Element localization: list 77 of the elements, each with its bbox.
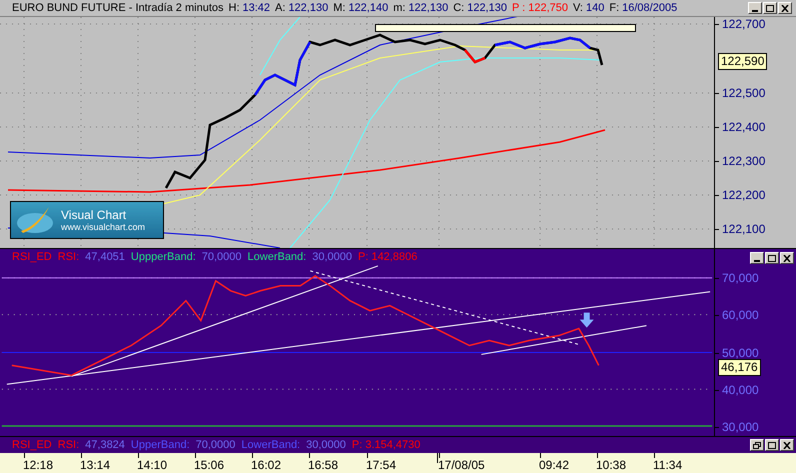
axis-label: 122,500 <box>722 86 766 100</box>
time-label: 16:58 <box>308 458 338 472</box>
down-arrow-icon <box>580 312 594 328</box>
maximize-button[interactable] <box>765 252 779 264</box>
close-button[interactable] <box>780 439 794 451</box>
current-value-tag: 122,590 <box>718 53 768 70</box>
indicator-label: LowerBand: <box>241 439 300 451</box>
quote-value: 122,140 <box>348 2 388 14</box>
time-label: 09:42 <box>539 458 570 472</box>
quote-label: V: <box>573 2 583 14</box>
quote-label: F: <box>609 2 620 14</box>
axis-label: 40,000 <box>722 383 759 397</box>
restore-button[interactable] <box>750 439 764 451</box>
axis-label: 122,300 <box>722 154 766 168</box>
axis-label: 30,000 <box>722 420 759 434</box>
axis-label: 70,000 <box>722 271 759 285</box>
quote-value: 122,750 <box>528 2 568 14</box>
time-label: 10:38 <box>596 458 626 472</box>
time-label: 16:02 <box>251 458 282 472</box>
quote-label: H: <box>228 2 240 14</box>
quote-label: P : <box>512 2 526 14</box>
maximize-icon <box>766 4 774 12</box>
logo-icon <box>15 205 55 235</box>
quote-value: 140 <box>586 2 604 14</box>
indicator-label: P: 3.154,4730 <box>352 439 420 451</box>
quote-value: 122,130 <box>408 2 448 14</box>
indicator-label: 47,4051 <box>85 251 125 263</box>
quote-label: m: <box>393 2 406 14</box>
close-button[interactable] <box>778 2 792 14</box>
indicator-label: 70,0000 <box>196 439 236 451</box>
axis-label: 122,200 <box>722 188 766 202</box>
axis-label: 122,100 <box>722 222 766 236</box>
logo-name: Visual Chart <box>61 208 128 222</box>
indicator-label: RSI: <box>58 251 80 263</box>
time-label: 13:14 <box>80 458 110 472</box>
indicator-label: 30,0000 <box>312 251 352 263</box>
close-icon <box>783 254 791 262</box>
indicator-label: RSI_ED <box>12 251 52 263</box>
axis-label: 60,000 <box>722 308 759 322</box>
quote-label: M: <box>333 2 346 14</box>
time-label: 17:54 <box>366 458 396 472</box>
time-label: 14:10 <box>137 458 168 472</box>
minimize-button[interactable] <box>748 2 762 14</box>
maximize-icon <box>768 442 776 448</box>
quote-value: 16/08/2005 <box>622 2 678 14</box>
indicator-label: 47,3824 <box>85 439 125 451</box>
time-label: 12:18 <box>23 458 54 472</box>
indicator-label: RSI_ED <box>12 439 52 451</box>
quote-label: C: <box>453 2 464 14</box>
quote-value: 13:42 <box>242 2 270 14</box>
axis-label: 50,000 <box>722 346 759 360</box>
close-icon <box>783 442 791 448</box>
maximize-button[interactable] <box>765 439 779 451</box>
indicator-label: 30,0000 <box>306 439 346 451</box>
current-value-tag: 46,176 <box>718 359 761 376</box>
quote-value: 122,130 <box>288 2 328 14</box>
time-label: 11:34 <box>653 458 682 472</box>
indicator-label: P: 142,8806 <box>358 251 418 263</box>
indicator-label: RSI: <box>58 439 80 451</box>
quote-value: 122,130 <box>467 2 507 14</box>
window-title: EURO BUND FUTURE - Intradía 2 minutos <box>12 2 224 14</box>
minimize-button[interactable] <box>750 252 764 264</box>
logo-url: www.visualchart.com <box>61 222 146 232</box>
indicator-label: LowerBand: <box>248 251 306 263</box>
indicator-label: UppperBand: <box>130 251 196 263</box>
axis-label: 122,700 <box>722 17 766 31</box>
close-icon <box>781 4 789 12</box>
indicator-label: UpperBand: <box>130 439 190 451</box>
indicator-label: 70,0000 <box>202 251 242 263</box>
axis-label: 122,400 <box>722 120 766 134</box>
quote-label: A: <box>275 2 286 14</box>
restore-icon <box>753 442 761 448</box>
maximize-button[interactable] <box>763 2 777 14</box>
time-label: 15:06 <box>194 458 224 472</box>
maximize-icon <box>768 254 776 262</box>
close-button[interactable] <box>780 252 794 264</box>
time-label: 17/08/05 <box>438 458 485 472</box>
